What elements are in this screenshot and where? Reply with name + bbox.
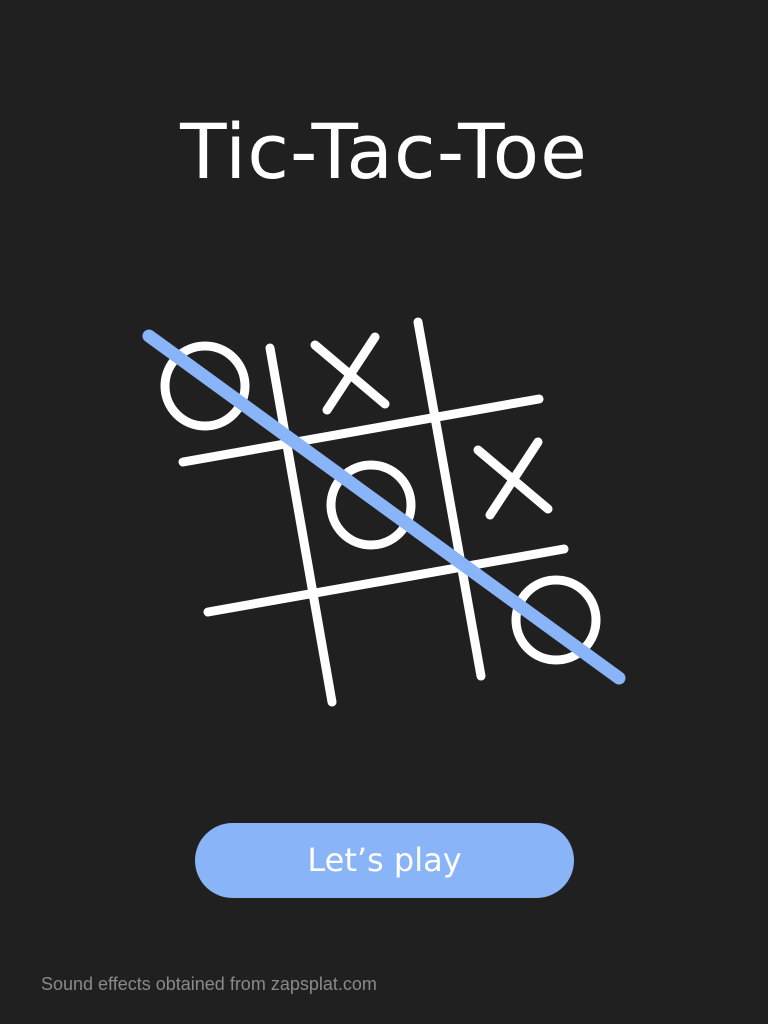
cell-1-2-x-mark (473, 437, 553, 520)
x-stroke-b (485, 437, 543, 520)
grid-line-vertical-right (413, 317, 486, 681)
sound-credits: Sound effects obtained from zapsplat.com (41, 974, 377, 994)
lets-play-button[interactable]: Let’s play (195, 823, 574, 898)
x-stroke-b (322, 332, 380, 415)
grid-line-vertical-left (265, 343, 337, 707)
cell-0-1-x-mark (310, 332, 390, 415)
